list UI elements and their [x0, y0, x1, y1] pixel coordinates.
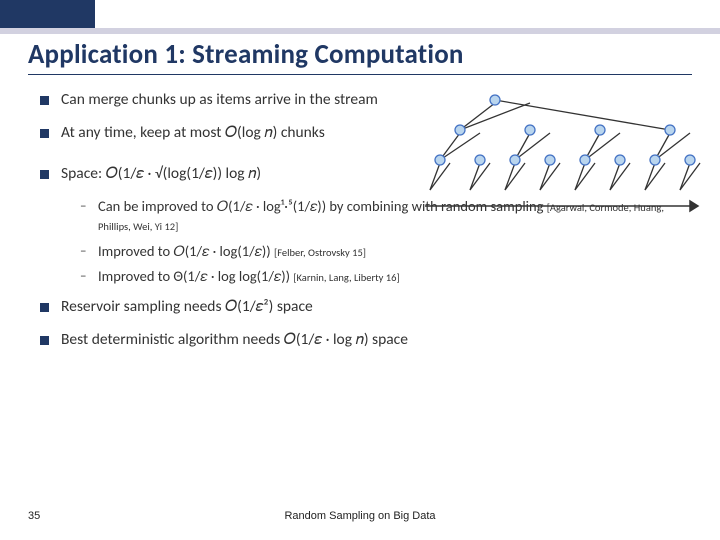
sub-2-text: Improved to 𝑂(1/𝜀 · log(1/𝜀)) [Felber, O… — [98, 242, 366, 262]
sub-2-main: Improved to 𝑂(1/𝜀 · log(1/𝜀)) — [98, 242, 274, 260]
title-underline — [28, 74, 692, 75]
bullet-4-text: Reservoir sampling needs 𝑂(1/𝜀²) space — [61, 297, 680, 318]
bullet-1-text: Can merge chunks up as items arrive in t… — [61, 90, 400, 111]
merge-tree-diagram — [420, 88, 705, 233]
sub-3-main: Improved to Θ(1/𝜀 · log log(1/𝜀)) — [98, 267, 293, 285]
dash-bullet-icon: – — [80, 243, 90, 261]
dash-bullet-icon: – — [80, 198, 90, 216]
square-bullet-icon — [40, 170, 49, 179]
sub-3-cite: [Karnin, Lang, Liberty 16] — [293, 271, 399, 284]
square-bullet-icon — [40, 96, 49, 105]
sub-3: – Improved to Θ(1/𝜀 · log log(1/𝜀)) [Kar… — [80, 267, 680, 287]
bullet-5: Best deterministic algorithm needs 𝑂(1/𝜀… — [40, 330, 680, 351]
tree-edges — [430, 100, 700, 190]
accent-strip — [0, 28, 720, 34]
accent-block — [0, 0, 95, 28]
slide-title: Application 1: Streaming Computation — [28, 38, 464, 71]
tree-nodes — [435, 95, 695, 165]
bullet-2: At any time, keep at most 𝑂(log 𝑛) chunk… — [40, 123, 400, 144]
bullet-2-text: At any time, keep at most 𝑂(log 𝑛) chunk… — [61, 123, 400, 144]
bullet-4: Reservoir sampling needs 𝑂(1/𝜀²) space — [40, 297, 680, 318]
sub-2: – Improved to 𝑂(1/𝜀 · log(1/𝜀)) [Felber,… — [80, 242, 680, 262]
sub-2-cite: [Felber, Ostrovsky 15] — [274, 246, 366, 259]
square-bullet-icon — [40, 129, 49, 138]
square-bullet-icon — [40, 336, 49, 345]
stream-arrow-icon — [425, 201, 698, 211]
square-bullet-icon — [40, 303, 49, 312]
bullet-1: Can merge chunks up as items arrive in t… — [40, 90, 400, 111]
bullet-5-text: Best deterministic algorithm needs 𝑂(1/𝜀… — [61, 330, 680, 351]
footer-title: Random Sampling on Big Data — [0, 510, 720, 522]
dash-bullet-icon: – — [80, 268, 90, 286]
sub-3-text: Improved to Θ(1/𝜀 · log log(1/𝜀)) [Karni… — [98, 267, 400, 287]
